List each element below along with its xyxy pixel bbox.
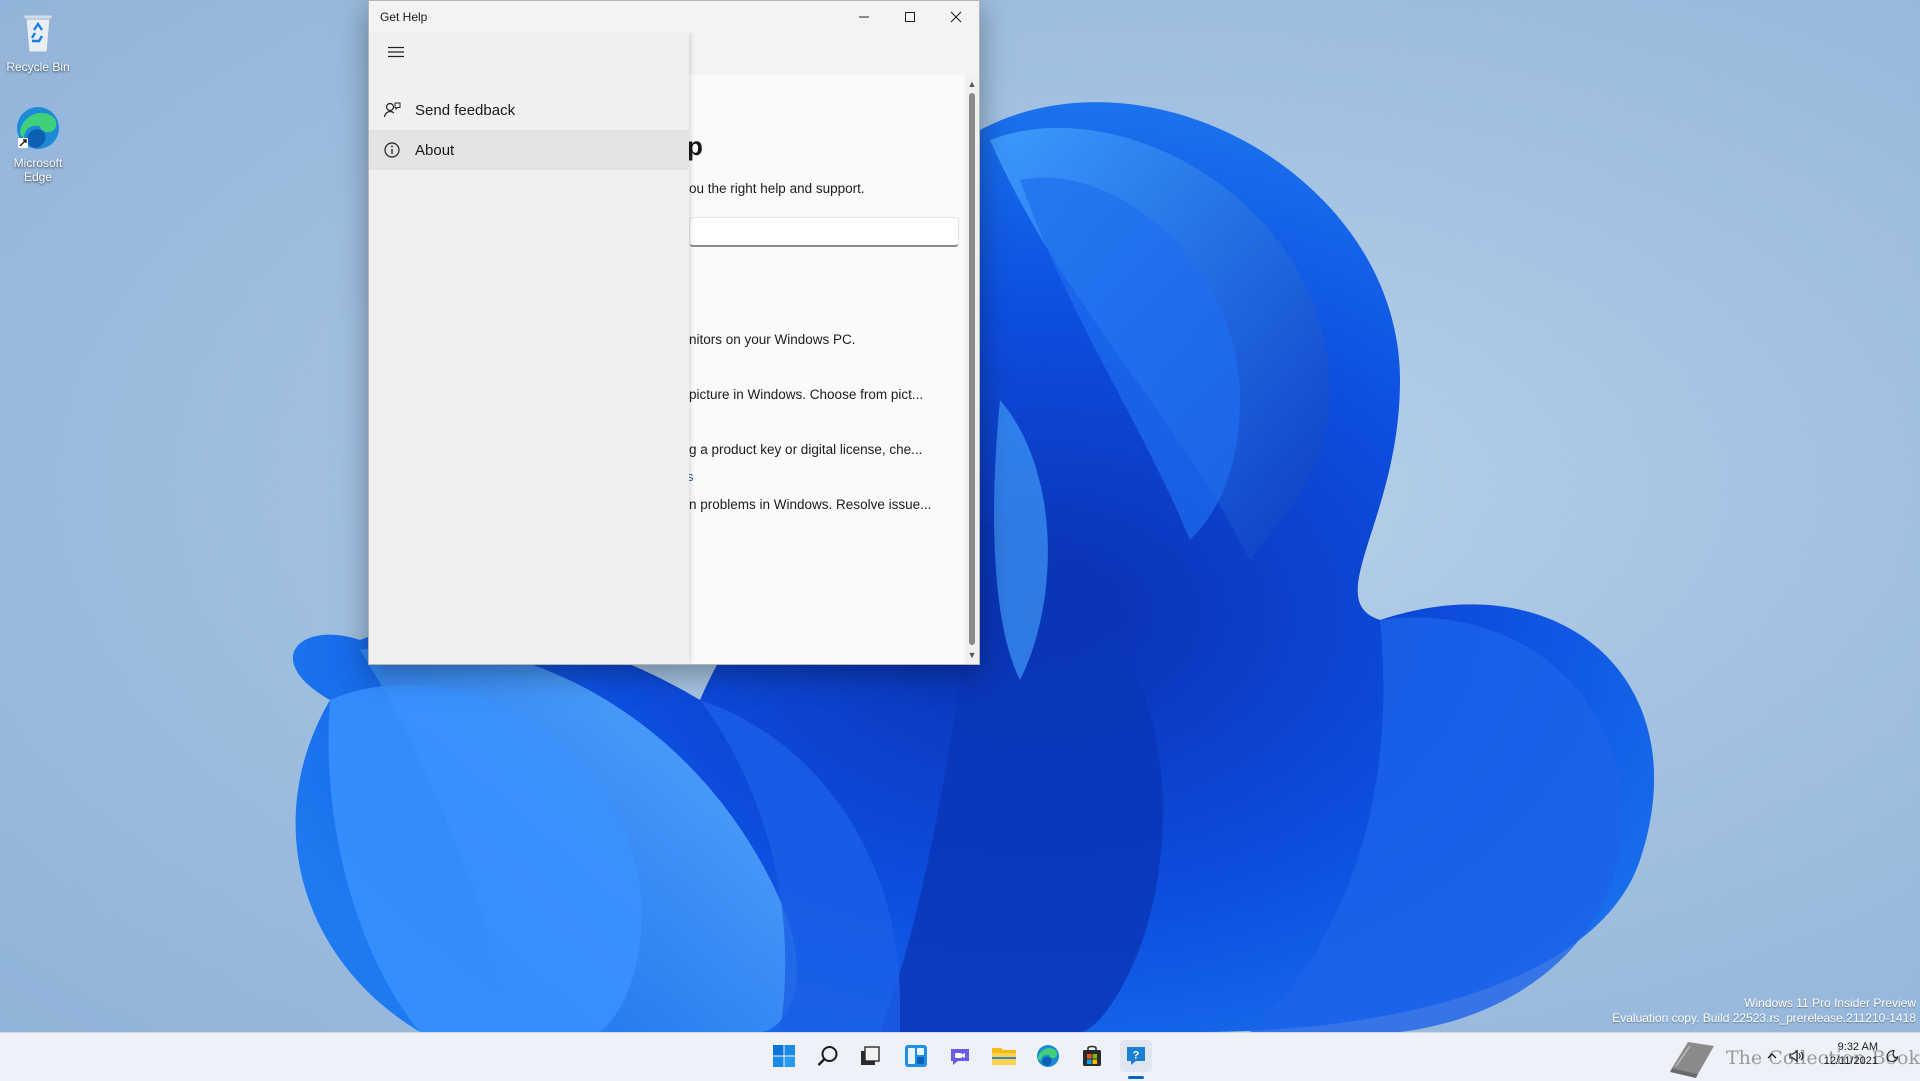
nav-item-send-feedback[interactable]: Send feedback <box>369 90 689 130</box>
vertical-scrollbar[interactable]: ▲ ▼ <box>965 75 979 664</box>
clock-time: 9:32 AM <box>1837 1041 1878 1053</box>
desktop-icon-recycle-bin[interactable]: Recycle Bin <box>0 8 76 74</box>
tray-chevron-button[interactable] <box>1760 1044 1784 1068</box>
watermark-line-2: Evaluation copy. Build 22523.rs_prerelea… <box>1612 1011 1916 1025</box>
get-help-window: Get Help p ou the right help and support… <box>368 0 980 665</box>
tray-speaker-button[interactable] <box>1784 1044 1808 1068</box>
result-item[interactable]: g a product key or digital license, che.… <box>689 442 922 457</box>
recycle-bin-icon <box>14 8 62 56</box>
book-icon <box>1670 1042 1714 1078</box>
get-help-taskbar-button[interactable]: ? <box>1120 1040 1152 1072</box>
widgets-icon <box>905 1045 927 1067</box>
result-item[interactable]: n problems in Windows. Resolve issue... <box>689 497 931 512</box>
scroll-down-icon[interactable]: ▼ <box>967 650 977 660</box>
result-item[interactable]: nitors on your Windows PC. <box>689 332 856 347</box>
caption-buttons <box>841 1 979 33</box>
start-button[interactable] <box>768 1040 800 1072</box>
chat-icon <box>951 1049 969 1065</box>
taskbar-edge-button[interactable] <box>1032 1040 1064 1072</box>
notification-button[interactable] <box>1880 1044 1904 1068</box>
active-app-indicator <box>1128 1076 1144 1079</box>
minimize-button[interactable] <box>841 1 887 33</box>
task-view-icon <box>861 1046 880 1065</box>
watermark-line-1: Windows 11 Pro Insider Preview <box>1744 996 1916 1010</box>
nav-item-about[interactable]: About <box>369 130 689 170</box>
svg-text:?: ? <box>1133 1050 1140 1062</box>
maximize-icon <box>905 12 915 22</box>
scroll-up-icon[interactable]: ▲ <box>967 79 977 89</box>
widgets-button[interactable] <box>900 1040 932 1072</box>
desktop-icon-label: Microsoft Edge <box>13 156 63 184</box>
notification-moon-icon <box>1886 1049 1899 1063</box>
clock-date: 12/11/2021 <box>1823 1055 1878 1067</box>
desktop-icon-label: Recycle Bin <box>6 60 70 74</box>
window-content: p ou the right help and support. nitors … <box>369 33 979 664</box>
nav-item-label: About <box>415 141 455 159</box>
menu-button[interactable] <box>383 41 409 63</box>
store-button[interactable] <box>1076 1040 1108 1072</box>
edge-icon <box>1037 1045 1059 1067</box>
title-bar[interactable]: Get Help <box>369 1 979 33</box>
task-view-button[interactable] <box>854 1040 886 1072</box>
minimize-icon <box>859 16 869 18</box>
maximize-button[interactable] <box>887 1 933 33</box>
hamburger-icon <box>388 46 404 58</box>
close-button[interactable] <box>933 1 979 33</box>
search-input[interactable] <box>689 217 959 247</box>
taskbar-search-button[interactable] <box>812 1040 844 1072</box>
speaker-icon <box>1789 1049 1804 1063</box>
file-explorer-button[interactable] <box>988 1040 1020 1072</box>
edge-icon <box>14 104 62 152</box>
navigation-pane: Send feedback About <box>369 33 689 664</box>
search-icon <box>817 1046 838 1066</box>
file-explorer-icon <box>992 1048 1016 1065</box>
chevron-up-icon <box>1767 1053 1777 1059</box>
store-icon <box>1083 1045 1101 1066</box>
result-item[interactable]: picture in Windows. Choose from pict... <box>689 387 923 402</box>
window-title: Get Help <box>380 10 428 24</box>
page-heading: p <box>687 131 703 161</box>
evaluation-watermark: Windows 11 Pro Insider Preview Evaluatio… <box>1612 996 1916 1026</box>
page-subtitle: ou the right help and support. <box>689 181 865 196</box>
get-help-icon: ? <box>1127 1047 1145 1065</box>
desktop-icon-edge[interactable]: Microsoft Edge <box>0 104 76 184</box>
nav-item-label: Send feedback <box>415 101 516 119</box>
start-icon <box>773 1045 795 1067</box>
tray-clock[interactable]: 9:32 AM 12/11/2021 <box>1824 1040 1878 1068</box>
chat-button[interactable] <box>944 1040 976 1072</box>
feedback-icon <box>383 101 401 119</box>
close-icon <box>950 11 962 23</box>
scroll-thumb[interactable] <box>969 93 975 645</box>
info-icon <box>383 141 401 159</box>
